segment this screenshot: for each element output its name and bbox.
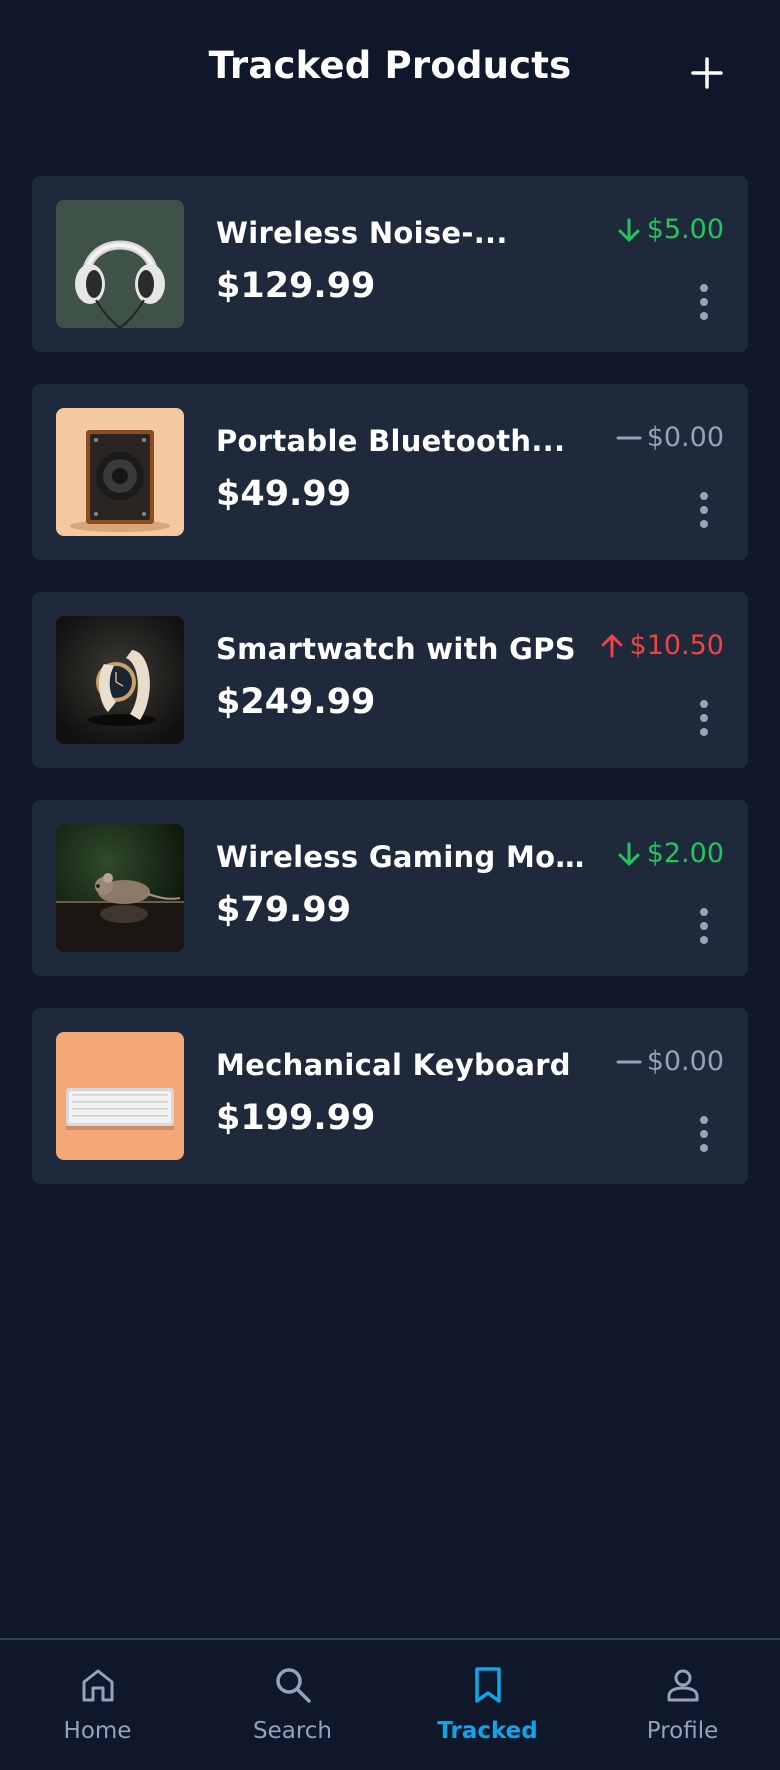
price-change-value: $5.00: [646, 214, 724, 245]
nav-label: Search: [252, 1718, 333, 1744]
price-change: $0.00: [615, 422, 724, 453]
product-card[interactable]: Mechanical Keyboard $199.99 $0.00: [32, 1008, 748, 1184]
product-name: Mechanical Keyboard: [216, 1048, 571, 1082]
page-title: Tracked Products: [208, 44, 572, 87]
nav-label: Tracked: [437, 1718, 538, 1744]
product-image-headphones: [56, 200, 184, 328]
price-change-value: $0.00: [646, 1046, 724, 1077]
more-options-icon[interactable]: [696, 490, 712, 530]
bookmark-icon: [475, 1667, 501, 1703]
price-change: $0.00: [615, 1046, 724, 1077]
app-header: Tracked Products: [0, 0, 780, 145]
home-icon: [82, 1669, 114, 1702]
bottom-nav: Home Search Tracked Profile: [0, 1638, 780, 1770]
price-change-value: $2.00: [646, 838, 724, 869]
nav-search[interactable]: Search: [195, 1640, 390, 1770]
product-card[interactable]: Portable Bluetooth... $49.99 $0.00: [32, 384, 748, 560]
nav-label: Profile: [646, 1718, 719, 1744]
product-price: $49.99: [216, 474, 352, 514]
price-change: $5.00: [615, 214, 724, 245]
dash-icon: [616, 436, 642, 439]
nav-tracked[interactable]: Tracked: [390, 1640, 585, 1770]
nav-label: Home: [63, 1718, 132, 1744]
search-icon: [276, 1668, 311, 1703]
nav-profile[interactable]: Profile: [585, 1640, 780, 1770]
more-options-icon[interactable]: [696, 282, 712, 322]
price-change: $2.00: [615, 838, 724, 869]
product-price: $79.99: [216, 890, 352, 930]
product-image-smartwatch: [56, 616, 184, 744]
price-change-value: $10.50: [629, 630, 724, 661]
product-price: $249.99: [216, 682, 376, 722]
more-options-icon[interactable]: [696, 698, 712, 738]
arrow-up-icon: [601, 634, 623, 657]
more-options-icon[interactable]: [696, 906, 712, 946]
user-icon: [667, 1669, 699, 1702]
product-price: $129.99: [216, 266, 376, 306]
product-image-keyboard: [56, 1032, 184, 1160]
arrow-down-icon: [618, 218, 640, 241]
nav-home[interactable]: Home: [0, 1640, 195, 1770]
product-name: Portable Bluetooth...: [216, 424, 566, 458]
product-price: $199.99: [216, 1098, 376, 1138]
price-change-value: $0.00: [646, 422, 724, 453]
product-image-speaker: [56, 408, 184, 536]
add-product-button[interactable]: [690, 56, 724, 90]
product-name: Wireless Gaming Mouse: [216, 840, 586, 874]
product-card[interactable]: Smartwatch with GPS $249.99 $10.50: [32, 592, 748, 768]
arrow-down-icon: [618, 842, 640, 865]
more-options-icon[interactable]: [696, 1114, 712, 1154]
product-card[interactable]: Wireless Gaming Mouse $79.99 $2.00: [32, 800, 748, 976]
price-change: $10.50: [598, 630, 724, 661]
product-name: Smartwatch with GPS: [216, 632, 576, 666]
dash-icon: [616, 1060, 642, 1063]
product-card[interactable]: Wireless Noise-... $129.99 $5.00: [32, 176, 748, 352]
product-image-mouse: [56, 824, 184, 952]
product-name: Wireless Noise-...: [216, 216, 508, 250]
